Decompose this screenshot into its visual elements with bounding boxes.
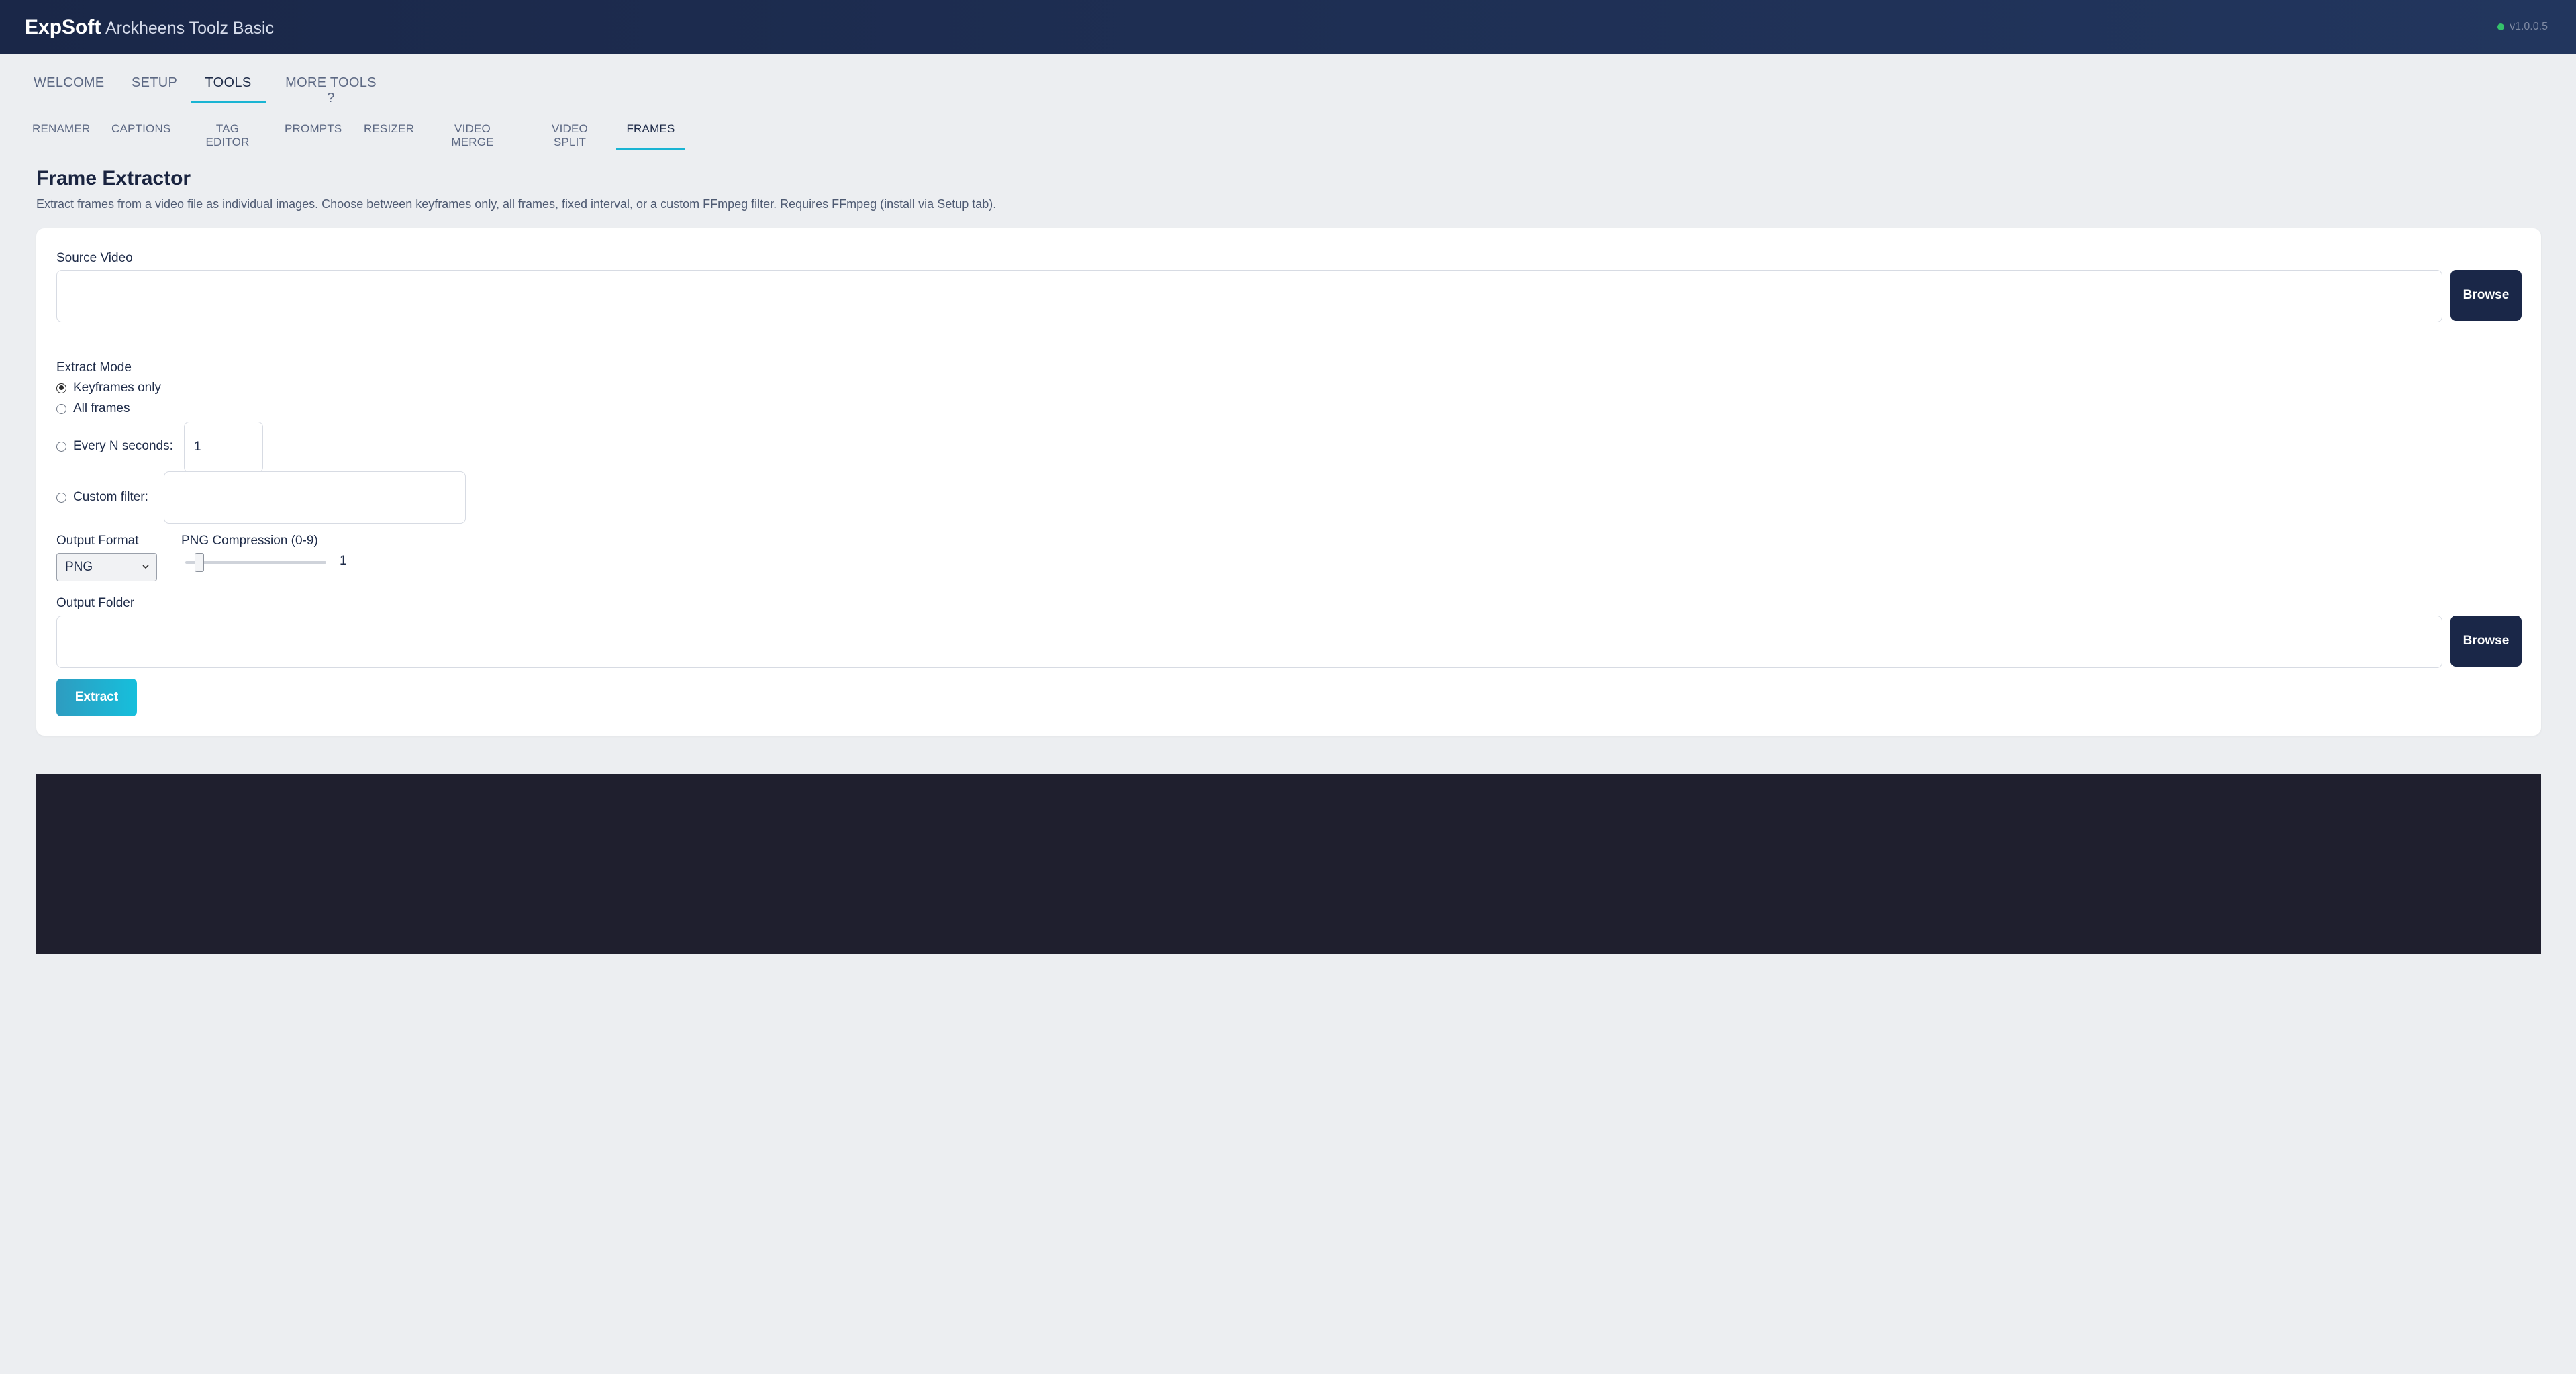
subtab-video-split[interactable]: VIDEO SPLIT <box>535 122 605 150</box>
tab-tools[interactable]: TOOLS <box>191 74 266 103</box>
status-dot-icon <box>2497 23 2505 30</box>
brand-logo: ExpSoft <box>25 16 101 38</box>
subtab-video-merge[interactable]: VIDEO MERGE <box>433 122 512 150</box>
png-compression-value: 1 <box>340 554 347 568</box>
frame-extractor-card: Source Video Browse Extract Mode Keyfram… <box>36 228 2541 736</box>
mode-option-custom-filter[interactable]: Custom filter: <box>56 489 148 506</box>
tab-welcome[interactable]: WELCOME <box>34 74 104 103</box>
extract-mode-label: Extract Mode <box>56 360 132 375</box>
png-compression-slider-track[interactable] <box>185 561 326 564</box>
custom-filter-input[interactable] <box>164 471 466 524</box>
subtab-renamer[interactable]: RENAMER <box>32 122 90 150</box>
source-video-label: Source Video <box>56 251 133 265</box>
extract-button[interactable]: Extract <box>56 679 137 716</box>
mode-option-label: Custom filter: <box>73 490 148 504</box>
main-tab-bar: WELCOME SETUP TOOLS MORE TOOLS ? <box>0 54 2576 105</box>
mode-option-label: Every N seconds: <box>73 439 173 453</box>
version-label: v1.0.0.5 <box>2510 21 2548 32</box>
output-folder-input[interactable] <box>56 616 2442 668</box>
tab-more-tools[interactable]: MORE TOOLS ? <box>282 74 380 105</box>
subtab-tag-editor[interactable]: TAG EDITOR <box>193 122 262 150</box>
page-title: Frame Extractor <box>36 167 191 189</box>
mode-option-label: Keyframes only <box>73 381 161 395</box>
source-video-browse-button[interactable]: Browse <box>2450 270 2522 321</box>
radio-unchecked-icon[interactable] <box>56 403 66 414</box>
png-compression-slider-thumb[interactable] <box>195 553 204 572</box>
mode-option-keyframes[interactable]: Keyframes only <box>56 379 161 397</box>
source-video-input[interactable] <box>56 270 2442 322</box>
mode-option-all-frames[interactable]: All frames <box>56 400 130 418</box>
subtab-captions[interactable]: CAPTIONS <box>111 122 170 150</box>
output-format-value: PNG <box>65 560 93 574</box>
output-folder-browse-button[interactable]: Browse <box>2450 616 2522 667</box>
version-indicator: v1.0.0.5 <box>2497 19 2548 35</box>
subtab-prompts[interactable]: PROMPTS <box>285 122 342 150</box>
tab-setup[interactable]: SETUP <box>132 74 177 103</box>
mode-option-label: All frames <box>73 401 130 415</box>
output-folder-label: Output Folder <box>56 596 135 610</box>
mode-option-every-n-seconds[interactable]: Every N seconds: <box>56 438 173 455</box>
output-format-label: Output Format <box>56 534 139 548</box>
app-header: ExpSoft Arckheens Toolz Basic v1.0.0.5 <box>0 0 2576 54</box>
png-compression-label: PNG Compression (0-9) <box>181 534 318 548</box>
subtab-frames[interactable]: FRAMES <box>616 122 685 150</box>
page-description: Extract frames from a video file as indi… <box>36 197 997 211</box>
output-format-select[interactable]: PNG <box>56 553 157 581</box>
app-name: Arckheens Toolz Basic <box>105 19 275 38</box>
radio-checked-icon[interactable] <box>56 383 66 393</box>
every-n-seconds-input[interactable] <box>184 422 263 473</box>
radio-unchecked-icon[interactable] <box>56 492 66 503</box>
log-output-panel <box>36 774 2541 954</box>
radio-unchecked-icon[interactable] <box>56 441 66 452</box>
chevron-down-icon <box>142 565 149 569</box>
subtab-resizer[interactable]: RESIZER <box>364 122 414 150</box>
